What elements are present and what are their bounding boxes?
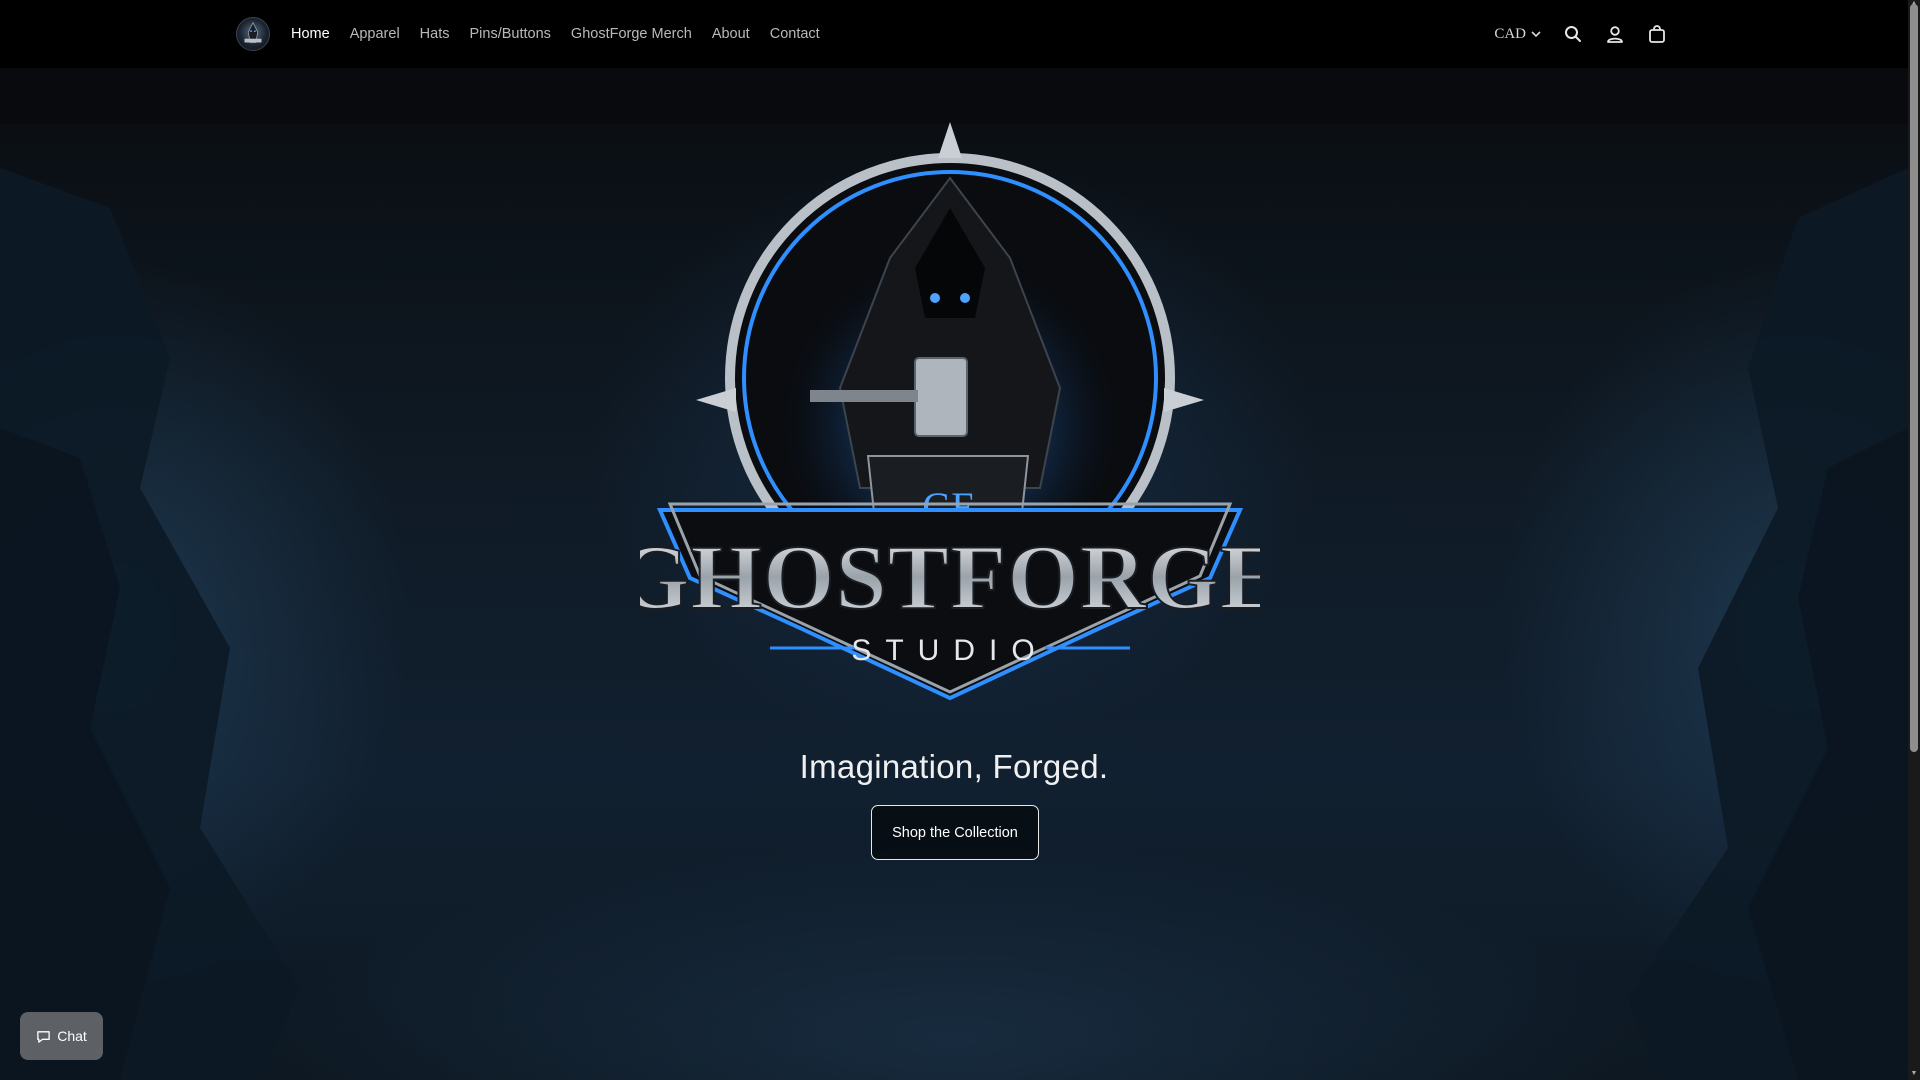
nav-item-hats[interactable]: Hats [420, 26, 450, 42]
chat-button[interactable]: Chat [20, 1012, 103, 1060]
currency-label: CAD [1494, 25, 1526, 42]
site-header: Home Apparel Hats Pins/Buttons GhostForg… [0, 0, 1908, 68]
nav-item-ghostforge-merch[interactable]: GhostForge Merch [571, 26, 692, 42]
cave-rocks-left [0, 168, 300, 1080]
nav-item-apparel[interactable]: Apparel [350, 26, 400, 42]
brand-sub-text: STUDIO [851, 634, 1048, 667]
page-scrollbar[interactable]: ▲ ▼ [1908, 0, 1920, 1080]
nav-item-about[interactable]: About [712, 26, 750, 42]
nav-item-contact[interactable]: Contact [770, 26, 820, 42]
page: Home Apparel Hats Pins/Buttons GhostForg… [0, 0, 1908, 1080]
scroll-down-arrow[interactable]: ▼ [1910, 1070, 1918, 1078]
scroll-thumb[interactable] [1910, 4, 1918, 752]
ghostforge-emblem: GF GHOSTFORGE STUDIO [640, 122, 1260, 701]
nav-item-home[interactable]: Home [291, 26, 330, 42]
account-icon[interactable] [1604, 23, 1626, 45]
cart-icon[interactable] [1646, 23, 1668, 45]
header-tools: CAD [1494, 0, 1668, 68]
chevron-down-icon [1531, 31, 1541, 38]
site-logo[interactable] [236, 17, 270, 51]
hero-tagline: Imagination, Forged. [799, 748, 1109, 785]
main-nav: Home Apparel Hats Pins/Buttons GhostForg… [291, 0, 820, 68]
hero-banner: GF GHOSTFORGE STUDIO Imagination, Forged… [0, 68, 1908, 1080]
currency-selector[interactable]: CAD [1494, 26, 1542, 43]
chat-bubble-icon [37, 1030, 50, 1043]
shop-collection-button[interactable]: Shop the Collection [871, 805, 1039, 860]
search-icon[interactable] [1562, 23, 1584, 45]
chat-label: Chat [57, 1028, 87, 1044]
nav-item-pins-buttons[interactable]: Pins/Buttons [470, 26, 551, 42]
browser-viewport: Home Apparel Hats Pins/Buttons GhostForg… [0, 0, 1920, 1080]
brand-main-text: GHOSTFORGE [640, 526, 1260, 628]
cave-rocks-right [1628, 168, 1908, 1080]
